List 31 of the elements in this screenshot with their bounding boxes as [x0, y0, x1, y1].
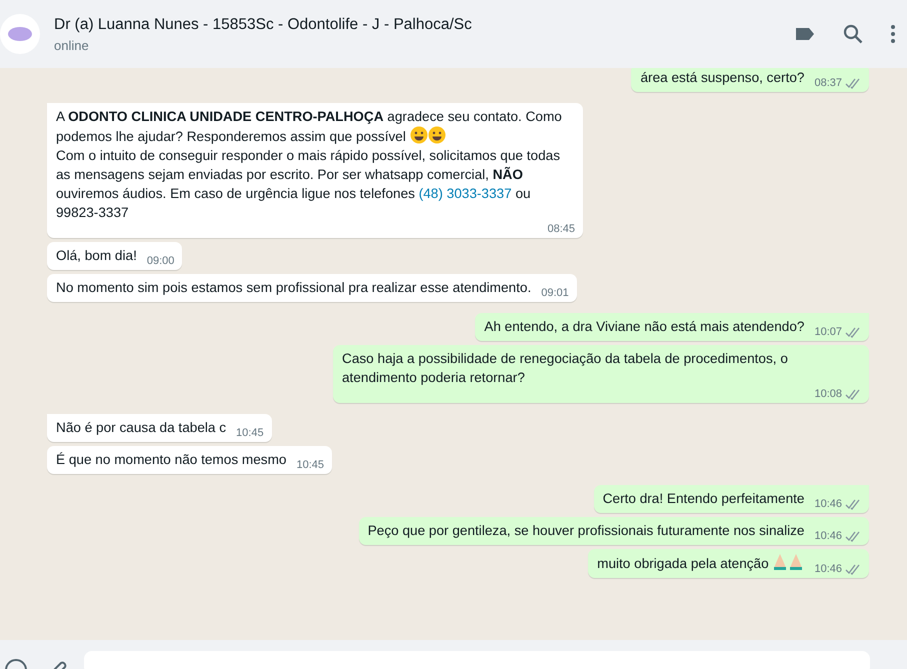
- smiley-icon: [428, 126, 446, 144]
- message-text: No momento sim pois estamos sem profissional pra realizar esse atendimento.: [56, 279, 532, 297]
- search-icon[interactable]: [841, 22, 865, 46]
- message-time: 09:01: [540, 286, 569, 300]
- message-text: É que no momento não temos mesmo: [56, 451, 286, 469]
- message-text: muito obrigada pela atenção: [597, 553, 804, 573]
- message-time: 09:00: [146, 254, 174, 268]
- message-time: 10:45: [235, 426, 264, 440]
- message-time: 08:37: [804, 76, 861, 90]
- message-text: área está suspenso, certo?: [640, 69, 804, 87]
- menu-icon[interactable]: [889, 22, 897, 46]
- message-time: 10:46: [804, 497, 861, 511]
- praying-hands-icon: [772, 553, 788, 571]
- contact-status: online: [54, 36, 90, 55]
- message-text: Não é por causa da tabela c: [56, 419, 226, 437]
- message-text: Certo dra! Entendo perfeitamente: [602, 490, 804, 508]
- phone-link[interactable]: (48) 3033-3337: [418, 186, 512, 201]
- message-text: Ah entendo, a dra Viviane não está mais atendendo?: [484, 318, 804, 336]
- message-time: 10:08: [804, 387, 861, 401]
- message-time: 08:45: [546, 222, 575, 236]
- message-time: 10:46: [804, 562, 861, 576]
- praying-hands-icon: [788, 553, 804, 571]
- message-time: 10:45: [295, 458, 324, 472]
- message-time: 10:46: [804, 529, 861, 543]
- message-text: Olá, bom dia!: [56, 247, 137, 265]
- smiley-icon: [410, 126, 428, 144]
- message-text: Peço que por gentileza, se houver profissionais futuramente nos sinalize: [368, 522, 804, 540]
- message-text: A ODONTO CLINICA UNIDADE CENTRO-PALHOÇA agradece seu contato. Como podemos lhe ajudar? Responderemos assim que possível Com o intuito de conseguir responder o mais rápido possível, solicitamos que todas as mensagens sejam enviadas por escrito. Por ser whatsapp comercial, NÃO ouviremos áudios. Em caso de urgência ligue nos telefones (48) 3033-3337 ou 99823-3337: [56, 108, 563, 222]
- contact-name: Dr (a) Luanna Nunes - 15853Sc - Odontolife - J - Palhoca/Sc: [54, 14, 473, 35]
- message-time: 10:07: [804, 325, 861, 339]
- message-text: Caso haja a possibilidade de renegociação da tabela de procedimentos, o atendimento poderia retornar?: [342, 350, 789, 387]
